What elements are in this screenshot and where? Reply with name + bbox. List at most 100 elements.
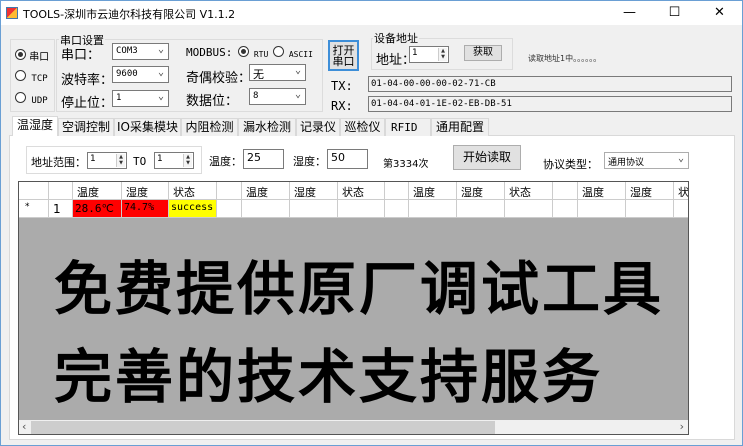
empty-cell[interactable] [578,200,626,218]
maximize-button[interactable]: ☐ [652,1,697,25]
column-header[interactable]: 温度 [242,182,290,200]
column-header[interactable]: 状态 [338,182,385,200]
status-cell[interactable]: success [169,200,217,218]
column-header[interactable]: 状态 [169,182,217,200]
chevron-down-icon: ⌄ [294,89,301,100]
range-from-spinner[interactable]: 1 ▲ ▼ [87,152,127,169]
window-title: TOOLS-深圳市云迪尔科技有限公司 V1.1.2 [23,8,236,21]
empty-cell[interactable] [217,200,242,218]
column-header[interactable]: 温度 [409,182,457,200]
parity-label: 奇偶校验： [186,71,252,86]
humidity-cell[interactable]: 74.7% [122,200,169,218]
address-value: 1 [412,48,418,58]
minimize-button[interactable]: — [607,1,652,25]
tab-general-config[interactable]: 通用配置 [431,118,489,136]
radio-label: TCP [31,74,48,84]
spinner-arrows-icon[interactable]: ▲ ▼ [438,48,447,61]
empty-cell[interactable] [674,200,688,218]
column-header[interactable] [217,182,242,200]
radio-rtu[interactable]: RTU [238,46,268,59]
hum-threshold-input[interactable]: 50 [327,149,368,169]
promo-line-2: 完善的技术支持服务 [54,343,604,411]
baud-value: 9600 [116,69,138,79]
stop-bits-value: 1 [116,93,122,103]
radio-tcp[interactable]: TCP [15,70,48,84]
stop-bits-label: 停止位： [61,96,114,111]
empty-cell[interactable] [457,200,505,218]
tab-leak-detection[interactable]: 漏水检测 [238,118,296,136]
parity-select[interactable]: 无 ⌄ [249,64,306,81]
protocol-select[interactable]: 通用协议 ⌄ [604,152,689,169]
chevron-down-icon: ⌄ [677,153,684,164]
column-header[interactable] [553,182,578,200]
radio-ascii[interactable]: ASCII [273,46,313,59]
modbus-label: MODBUS: [186,46,233,59]
column-header[interactable]: 湿度 [457,182,505,200]
chevron-down-icon: ⌄ [157,91,164,102]
temp-threshold-input[interactable]: 25 [243,149,284,169]
tab-recorder[interactable]: 记录仪 [296,118,340,136]
column-header[interactable]: 温度 [73,182,122,200]
port-select[interactable]: COM3 ⌄ [112,43,169,60]
tab-internal-resistance[interactable]: 内阻检测 [181,118,238,136]
spinner-arrows-icon[interactable]: ▲ ▼ [116,154,125,167]
baud-select[interactable]: 9600 ⌄ [112,66,169,83]
tx-label: TX: [331,79,353,93]
tab-rfid[interactable]: RFID [385,118,431,136]
empty-cell[interactable] [409,200,457,218]
tab-temp-humidity[interactable]: 温湿度 [12,116,58,136]
empty-cell[interactable] [290,200,338,218]
row-header[interactable]: * [19,200,49,218]
column-header[interactable]: 湿度 [122,182,169,200]
empty-cell[interactable] [242,200,290,218]
rx-label: RX: [331,99,353,113]
column-header[interactable] [385,182,409,200]
range-to-spinner[interactable]: 1 ▲ ▼ [154,152,194,169]
empty-cell[interactable] [553,200,578,218]
horizontal-scrollbar[interactable]: ‹ › [19,420,688,434]
title-bar: TOOLS-深圳市云迪尔科技有限公司 V1.1.2 — ☐ ✕ [1,1,742,25]
column-header[interactable]: 状 [674,182,688,200]
rx-field[interactable]: 01-04-04-01-1E-02-EB-DB-51 [368,96,732,112]
column-header[interactable]: 湿度 [626,182,674,200]
radio-udp[interactable]: UDP [15,92,48,106]
range-from-value: 1 [90,154,96,164]
scroll-left-icon[interactable]: ‹ [22,420,26,433]
data-bits-select[interactable]: 8 ⌄ [249,88,306,105]
tab-patrol-meter[interactable]: 巡检仪 [340,118,385,136]
radio-serial[interactable]: 串口 [15,48,49,63]
radio-label: ASCII [288,50,313,59]
column-header[interactable] [49,182,73,200]
start-read-button[interactable]: 开始读取 [453,145,521,170]
spinner-arrows-icon[interactable]: ▲ ▼ [183,154,192,167]
empty-cell[interactable] [626,200,674,218]
radio-label: RTU [253,50,269,59]
tab-air-conditioning[interactable]: 空调控制 [58,118,114,136]
tx-field[interactable]: 01-04-00-00-00-02-71-CB [368,76,732,92]
to-label: TO [133,155,147,168]
empty-cell[interactable] [505,200,553,218]
scrollbar-thumb[interactable] [31,421,496,434]
radio-icon [15,70,26,81]
get-address-button[interactable]: 获取 [464,45,502,61]
data-bits-label: 数据位： [186,94,239,109]
close-button[interactable]: ✕ [697,1,742,25]
stop-bits-select[interactable]: 1 ⌄ [112,90,169,107]
scroll-right-icon[interactable]: › [680,420,684,433]
column-header[interactable]: 湿度 [290,182,338,200]
open-port-button[interactable]: 打开串口 [328,40,359,71]
radio-icon [15,49,26,60]
empty-cell[interactable] [385,200,409,218]
data-grid: 温度 湿度 状态 温度 湿度 状态 温度 湿度 状态 温度 湿度状 * 1 28.6℃ 74.7% … [18,181,689,435]
corner-header [19,182,49,200]
empty-cell[interactable] [338,200,385,218]
column-header[interactable]: 状态 [505,182,553,200]
address-spinner[interactable]: 1 ▲ ▼ [409,46,449,63]
chevron-down-icon: ⌄ [294,65,301,76]
temp-cell[interactable]: 28.6℃ [73,200,122,218]
column-header[interactable]: 温度 [578,182,626,200]
data-bits-value: 8 [253,91,259,101]
row-index-cell[interactable]: 1 [49,200,73,218]
protocol-label: 协议类型： [543,158,598,171]
tab-io-module[interactable]: IO采集模块 [114,118,181,136]
